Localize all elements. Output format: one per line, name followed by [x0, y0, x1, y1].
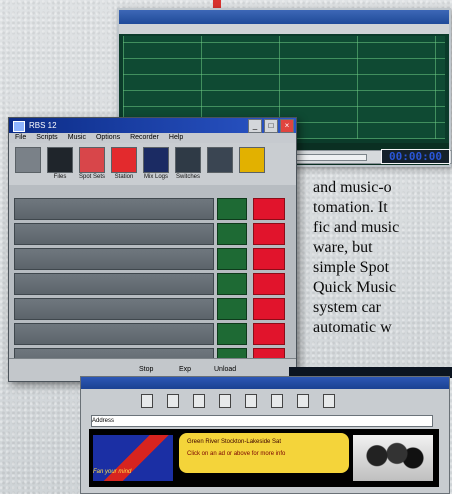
timeline-track[interactable] [295, 154, 367, 161]
banner-line-1: Green River Stockton-Lakeside Sat [187, 439, 282, 445]
play-button[interactable] [217, 223, 247, 245]
toolbar-label: Station [114, 174, 134, 180]
article-line: automatic w [313, 319, 392, 336]
web-page: Fan your mind Green River Stockton-Lakes… [89, 429, 439, 487]
article-line: and music-o [313, 179, 392, 196]
toolbar-label: Spot Sets [79, 174, 106, 180]
script-list [14, 198, 214, 373]
window-titlebar: RBS 12 _ □ × [9, 118, 296, 133]
window-controls: _ □ × [248, 119, 294, 133]
toolbar-button[interactable]: Switches [175, 147, 201, 181]
editor-titlebar [119, 10, 449, 24]
list-item[interactable] [14, 223, 214, 245]
app-icon [13, 121, 25, 132]
microphone-icon [15, 147, 41, 173]
stop-button[interactable] [253, 298, 285, 320]
band-photo [353, 435, 433, 481]
control-buttons [217, 198, 289, 373]
menu-recorder[interactable]: Recorder [130, 133, 159, 143]
home-icon[interactable] [245, 394, 257, 408]
browser-titlebar [81, 377, 449, 389]
article-line: ware, but [313, 239, 373, 256]
refresh-icon[interactable] [219, 394, 231, 408]
favorites-icon[interactable] [297, 394, 309, 408]
address-bar[interactable]: Address [91, 415, 433, 427]
list-item[interactable] [14, 248, 214, 270]
window-title: RBS 12 [29, 121, 57, 130]
print-icon [207, 147, 233, 173]
play-button[interactable] [217, 248, 247, 270]
play-button[interactable] [217, 198, 247, 220]
maximize-button[interactable]: □ [264, 119, 278, 133]
toolbar-button[interactable] [15, 147, 41, 181]
banner-line-2: Click on an ad or above for more info [187, 451, 286, 457]
toolbar-button[interactable]: Spot Sets [79, 147, 105, 181]
toolbar-label: Mix Logs [143, 174, 168, 180]
stop-icon[interactable] [193, 394, 205, 408]
menu-file[interactable]: File [15, 133, 26, 143]
menu-scripts[interactable]: Scripts [36, 133, 57, 143]
play-button[interactable] [217, 298, 247, 320]
log-icon [143, 147, 169, 173]
toolbar-button[interactable] [239, 147, 265, 181]
toolbar-button[interactable] [207, 147, 233, 181]
article-line: simple Spot [313, 259, 390, 276]
menu-help[interactable]: Help [169, 133, 183, 143]
play-button[interactable] [217, 323, 247, 345]
history-icon[interactable] [323, 394, 335, 408]
toolbar: Files Spot Sets Station Mix Logs Switche… [9, 143, 296, 185]
article-line: tomation. It [313, 199, 388, 216]
close-button[interactable]: × [280, 119, 294, 133]
article-text: and music-o tomation. It fic and music w… [313, 178, 452, 338]
logo-text: Fan your mind [93, 469, 132, 475]
minimize-button[interactable]: _ [248, 119, 262, 133]
timecode-display: 00:00:00 [381, 149, 450, 164]
list-item[interactable] [14, 273, 214, 295]
stop-button[interactable] [253, 223, 285, 245]
browser-window: Address Fan your mind Green River Stockt… [80, 376, 450, 494]
menu-options[interactable]: Options [96, 133, 120, 143]
address-label: Address [92, 418, 115, 424]
toolbar-button[interactable]: Station [111, 147, 137, 181]
stop-button[interactable] [253, 198, 285, 220]
menu-music[interactable]: Music [68, 133, 86, 143]
article-line: fic and music [313, 219, 400, 236]
toolbar-button[interactable]: Files [47, 147, 73, 181]
back-icon[interactable] [141, 394, 153, 408]
stop-button[interactable] [253, 248, 285, 270]
bell-icon [239, 147, 265, 173]
stop-button[interactable] [253, 323, 285, 345]
rbs-main-window: RBS 12 _ □ × File Scripts Music Options … [8, 117, 297, 382]
stop-button[interactable] [253, 273, 285, 295]
search-icon[interactable] [271, 394, 283, 408]
unload-checkbox[interactable]: Unload [214, 366, 236, 373]
toolbar-label: Files [53, 174, 67, 180]
editor-menubar [119, 24, 449, 34]
spot-icon [79, 147, 105, 173]
toolbar-button[interactable]: Mix Logs [143, 147, 169, 181]
main-menubar: File Scripts Music Options Recorder Help [9, 133, 296, 143]
article-line: Quick Music [313, 279, 397, 296]
list-item[interactable] [14, 323, 214, 345]
play-button[interactable] [217, 273, 247, 295]
promo-banner[interactable]: Green River Stockton-Lakeside Sat Click … [179, 433, 349, 473]
list-item[interactable] [14, 198, 214, 220]
list-item[interactable] [14, 298, 214, 320]
article-line: system car [313, 299, 381, 316]
browser-toolbar [141, 394, 335, 408]
site-logo[interactable]: Fan your mind [93, 435, 173, 481]
folder-icon [47, 147, 73, 173]
switch-icon [175, 147, 201, 173]
station-icon [111, 147, 137, 173]
toolbar-label: Switches [175, 174, 200, 180]
forward-icon[interactable] [167, 394, 179, 408]
stop-checkbox[interactable]: Stop [139, 366, 153, 373]
exp-checkbox[interactable]: Exp [179, 366, 191, 373]
